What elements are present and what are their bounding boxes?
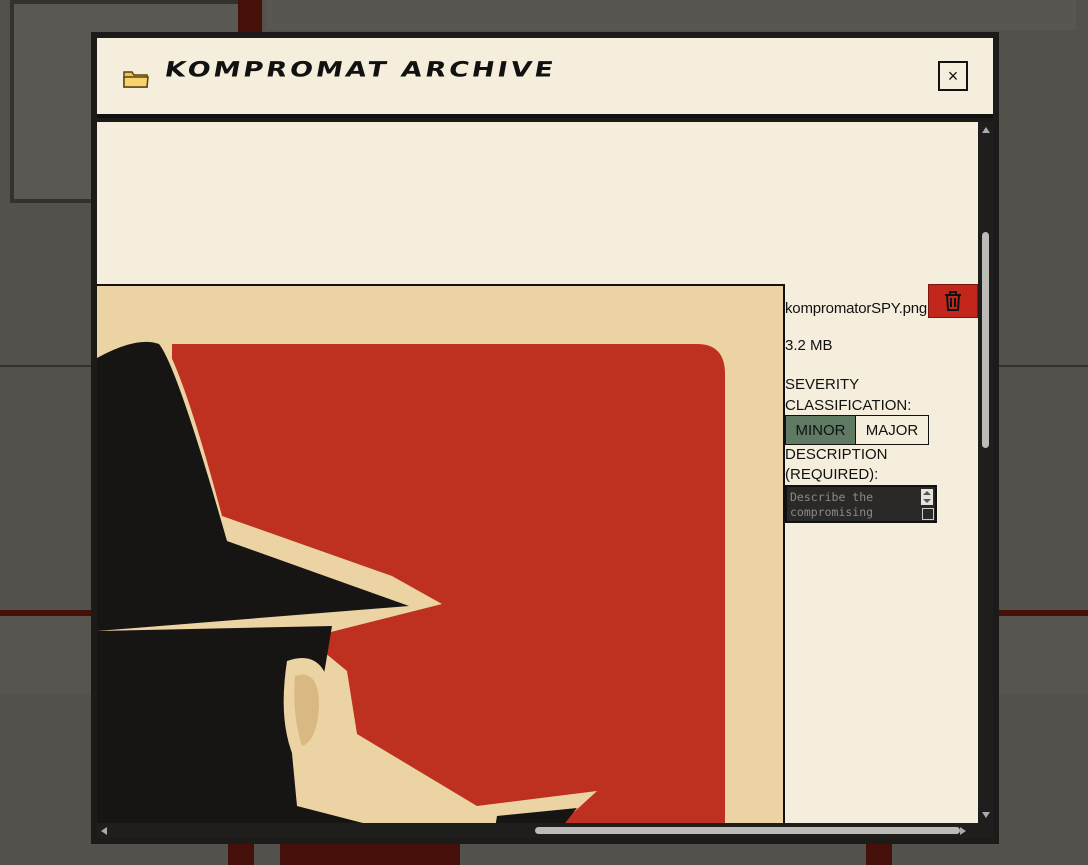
delete-button[interactable] (928, 284, 978, 318)
vertical-scroll-thumb[interactable] (982, 232, 989, 448)
horizontal-scrollbar[interactable] (97, 823, 978, 838)
folder-icon (123, 71, 149, 88)
severity-label: SEVERITY CLASSIFICATION: (785, 376, 912, 414)
description-textarea[interactable]: Describe the compromising (785, 485, 937, 523)
scroll-down-icon[interactable] (982, 812, 990, 818)
image-preview (97, 284, 785, 823)
modal-title: KOMPROMAT ARCHIVE (162, 58, 559, 83)
file-name: kompromatorSPY.png (785, 300, 928, 317)
scroll-left-icon[interactable] (101, 827, 107, 835)
archive-modal: KOMPROMAT ARCHIVE × kompromatorSPY.png 3… (91, 32, 999, 844)
resize-grip-icon[interactable] (922, 508, 934, 520)
severity-toggle: MINOR MAJOR (785, 415, 929, 445)
spinner-arrows-icon[interactable] (921, 489, 933, 505)
vertical-scrollbar[interactable] (978, 122, 993, 823)
trash-icon (945, 291, 961, 311)
scrollbar-corner (978, 823, 993, 838)
description-label: DESCRIPTION (REQUIRED): (785, 446, 888, 483)
file-size: 3.2 MB (785, 337, 833, 354)
scroll-right-icon[interactable] (960, 827, 966, 835)
spy-poster-image (97, 286, 783, 823)
modal-header: KOMPROMAT ARCHIVE × (97, 38, 993, 118)
horizontal-scroll-thumb[interactable] (535, 827, 960, 834)
close-icon: × (947, 65, 959, 86)
close-button[interactable]: × (938, 61, 968, 91)
description-placeholder: Describe the compromising (790, 490, 874, 519)
scroll-up-icon[interactable] (982, 127, 990, 133)
modal-body: kompromatorSPY.png 3.2 MB SEVERITY CLASS… (97, 122, 978, 823)
severity-minor-button[interactable]: MINOR (785, 415, 856, 445)
severity-major-button[interactable]: MAJOR (856, 415, 929, 445)
